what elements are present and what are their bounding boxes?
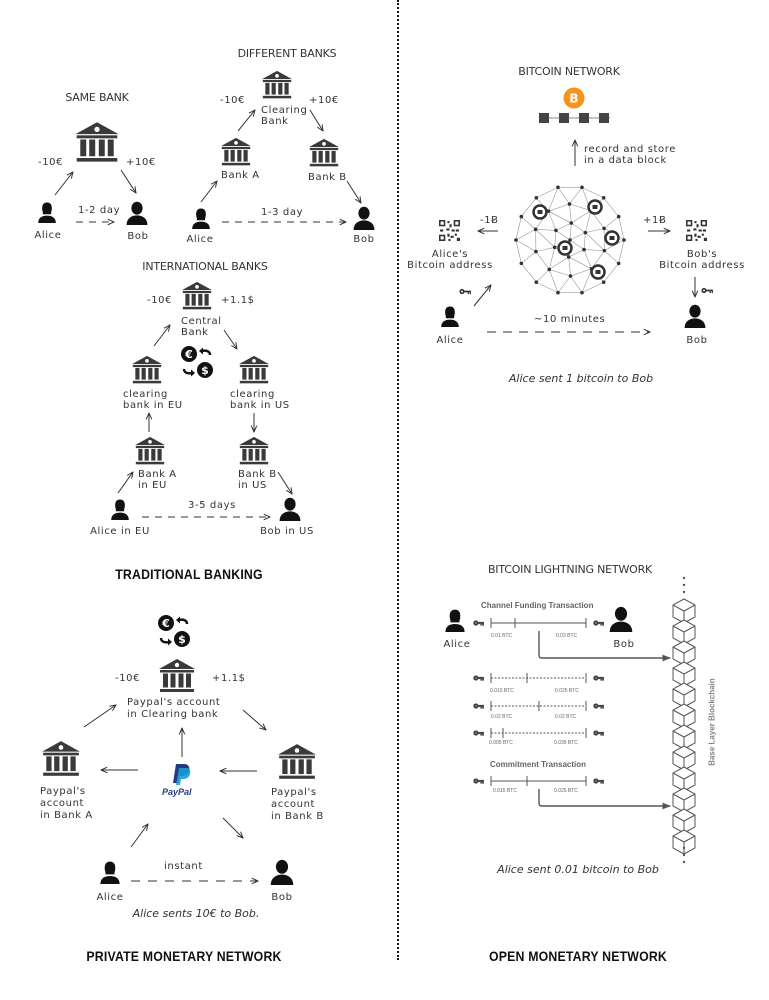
continuation-dot — [682, 590, 686, 594]
block-cube — [672, 745, 696, 771]
arrow-bank-a-to-clearing — [83, 705, 116, 728]
continuation-dot — [682, 846, 686, 850]
arrow-alice-to-bank-a — [200, 181, 217, 203]
continuation-dot — [682, 583, 686, 587]
block-cube — [672, 787, 696, 813]
arrow-clearing-to-bank-b — [309, 109, 323, 131]
arrow-bank-a-to-clearing — [237, 110, 255, 132]
block-cube — [672, 808, 696, 834]
arrow-alice-to-paypal — [130, 824, 148, 848]
arrow-bank-b-to-bob — [346, 180, 361, 203]
block-cube — [672, 598, 696, 624]
base-layer-blockchain — [672, 576, 696, 864]
arrow-alice-to-network — [473, 285, 491, 307]
block-cube — [672, 682, 696, 708]
block-cube — [672, 619, 696, 645]
connector-layer — [54, 0, 769, 1000]
arrow-central-to-clearing-us — [223, 329, 237, 349]
arrow-bank-to-bob — [120, 169, 136, 193]
arrow-bank-b-to-bob — [277, 471, 292, 494]
arrow-alice-to-bank — [54, 172, 73, 196]
arrow-clearing-to-bank-b — [242, 709, 266, 730]
block-cube — [672, 661, 696, 687]
block-cube — [672, 703, 696, 729]
arrow-clearing-eu-to-central — [153, 325, 170, 347]
continuation-dot — [682, 576, 686, 580]
continuation-dot — [682, 860, 686, 864]
block-cube — [672, 640, 696, 666]
arrow-paypal-to-bob — [222, 817, 243, 838]
continuation-dot — [682, 853, 686, 857]
block-cube — [672, 724, 696, 750]
block-cube — [672, 829, 696, 855]
block-cube — [672, 766, 696, 792]
arrow-alice-to-bank-a — [117, 472, 133, 494]
